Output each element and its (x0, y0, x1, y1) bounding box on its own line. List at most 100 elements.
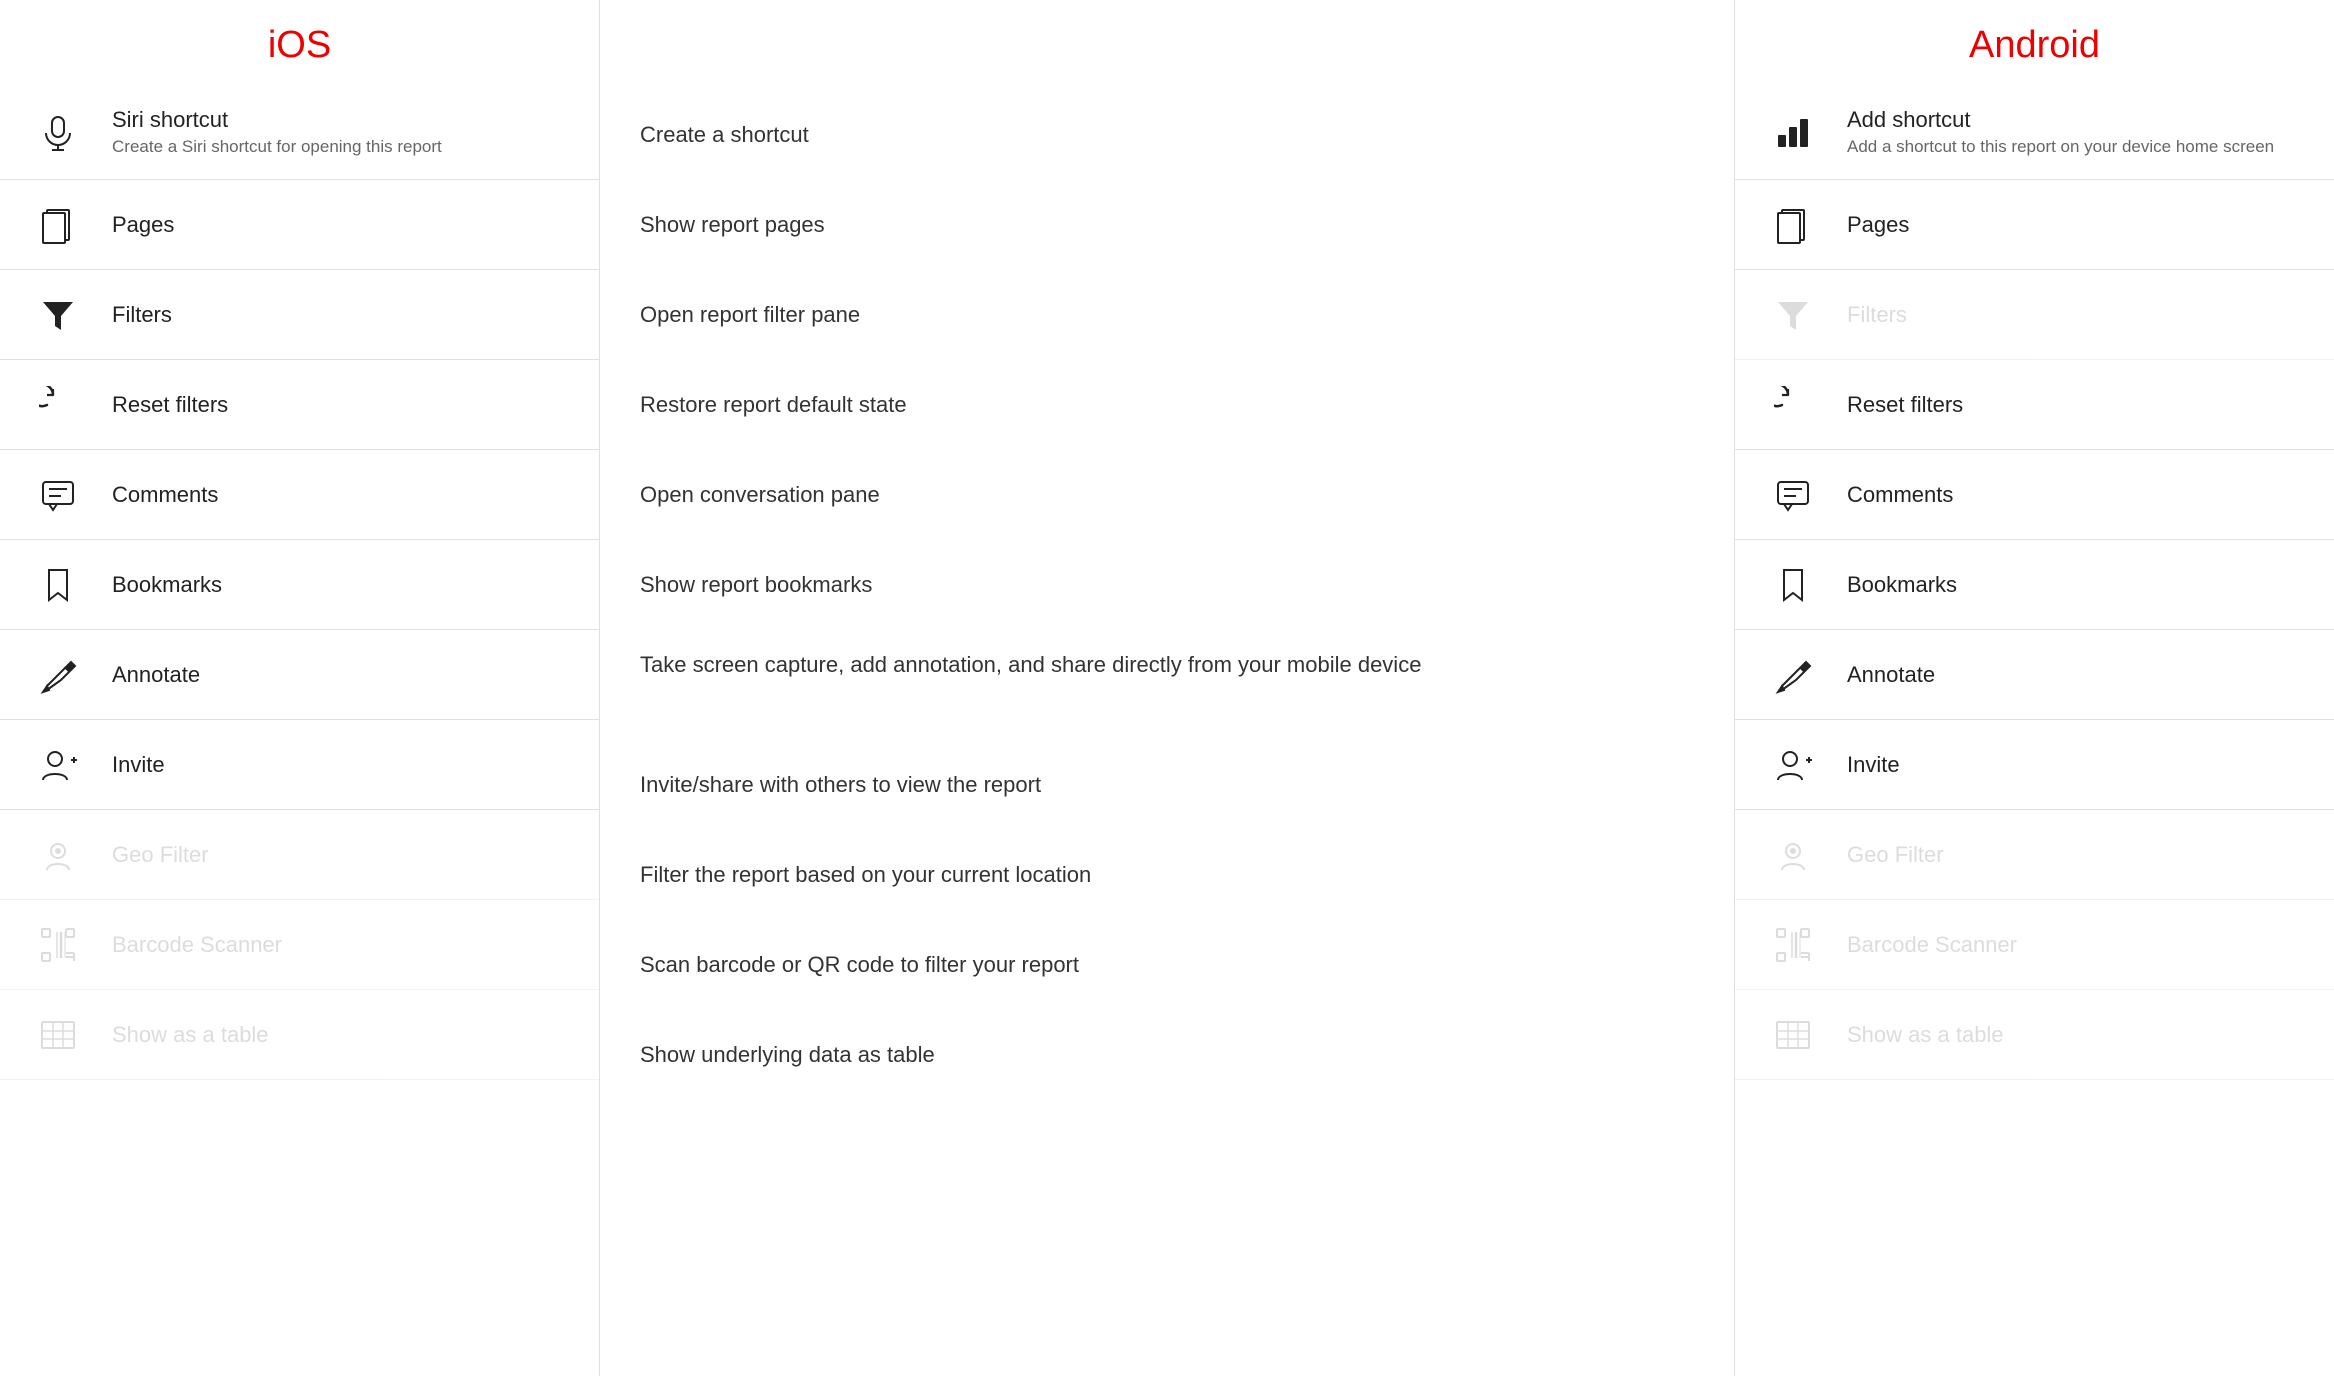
android-item-filters: Filters (1735, 270, 2334, 360)
filters-text: Filters (112, 302, 172, 328)
annotate-text: Annotate (112, 662, 200, 688)
desc-open-conversation: Open conversation pane (600, 450, 1734, 540)
show-as-table-label: Show as a table (112, 1022, 269, 1048)
comments-icon-android (1767, 476, 1819, 514)
android-invite-text: Invite (1847, 752, 1900, 778)
desc-restore-default: Restore report default state (600, 360, 1734, 450)
reset-icon (32, 386, 84, 424)
filter-icon-android (1767, 296, 1819, 334)
pages-icon (32, 206, 84, 244)
pages-icon-android (1767, 206, 1819, 244)
desc-annotate: Take screen capture, add annotation, and… (600, 630, 1734, 740)
geo-icon-android (1767, 836, 1819, 874)
android-item-reset-filters[interactable]: Reset filters (1735, 360, 2334, 450)
android-reset-filters-text: Reset filters (1847, 392, 1963, 418)
reset-filters-label: Reset filters (112, 392, 228, 418)
android-filters-label: Filters (1847, 302, 1907, 328)
center-panel: Create a shortcut Show report pages Open… (600, 0, 1734, 1376)
android-invite-label: Invite (1847, 752, 1900, 778)
barcode-scanner-label: Barcode Scanner (112, 932, 282, 958)
ios-item-bookmarks[interactable]: Bookmarks (0, 540, 599, 630)
android-barcode-scanner-label: Barcode Scanner (1847, 932, 2017, 958)
pages-text: Pages (112, 212, 174, 238)
android-item-barcode-scanner: Barcode Scanner (1735, 900, 2334, 990)
columns-wrapper: iOS Siri shortcut Create a Siri shortcut… (0, 0, 2334, 1376)
android-filters-text: Filters (1847, 302, 1907, 328)
table-icon-android (1767, 1016, 1819, 1054)
invite-icon-android (1767, 746, 1819, 784)
invite-label: Invite (112, 752, 165, 778)
android-panel: Android Add shortcut Add a shortcut to t… (1734, 0, 2334, 1376)
geo-filter-label: Geo Filter (112, 842, 209, 868)
desc-geo-filter: Filter the report based on your current … (600, 830, 1734, 920)
desc-invite: Invite/share with others to view the rep… (600, 740, 1734, 830)
android-annotate-text: Annotate (1847, 662, 1935, 688)
android-comments-label: Comments (1847, 482, 1953, 508)
reset-filters-text: Reset filters (112, 392, 228, 418)
reset-icon-android (1767, 386, 1819, 424)
bookmark-icon-android (1767, 566, 1819, 604)
ios-item-geo-filter: Geo Filter (0, 810, 599, 900)
invite-text: Invite (112, 752, 165, 778)
invite-icon (32, 746, 84, 784)
desc-create-shortcut: Create a shortcut (600, 90, 1734, 180)
comments-label: Comments (112, 482, 218, 508)
android-pages-text: Pages (1847, 212, 1909, 238)
geo-icon (32, 836, 84, 874)
bookmark-icon (32, 566, 84, 604)
barcode-icon (32, 926, 84, 964)
android-geo-filter-label: Geo Filter (1847, 842, 1944, 868)
android-item-geo-filter: Geo Filter (1735, 810, 2334, 900)
android-comments-text: Comments (1847, 482, 1953, 508)
comments-text: Comments (112, 482, 218, 508)
android-geo-filter-text: Geo Filter (1847, 842, 1944, 868)
android-show-as-table-text: Show as a table (1847, 1022, 2004, 1048)
filters-label: Filters (112, 302, 172, 328)
ios-item-invite[interactable]: Invite (0, 720, 599, 810)
desc-open-filter-pane: Open report filter pane (600, 270, 1734, 360)
ios-item-comments[interactable]: Comments (0, 450, 599, 540)
android-reset-filters-label: Reset filters (1847, 392, 1963, 418)
android-item-comments[interactable]: Comments (1735, 450, 2334, 540)
annotate-icon (32, 656, 84, 694)
android-item-bookmarks[interactable]: Bookmarks (1735, 540, 2334, 630)
siri-shortcut-label: Siri shortcut (112, 107, 442, 133)
add-shortcut-text: Add shortcut Add a shortcut to this repo… (1847, 107, 2274, 157)
android-item-invite[interactable]: Invite (1735, 720, 2334, 810)
microphone-icon (32, 113, 84, 151)
desc-show-report-pages: Show report pages (600, 180, 1734, 270)
geo-filter-text: Geo Filter (112, 842, 209, 868)
ios-item-annotate[interactable]: Annotate (0, 630, 599, 720)
android-annotate-label: Annotate (1847, 662, 1935, 688)
ios-item-siri-shortcut[interactable]: Siri shortcut Create a Siri shortcut for… (0, 85, 599, 180)
ios-item-filters[interactable]: Filters (0, 270, 599, 360)
ios-item-reset-filters[interactable]: Reset filters (0, 360, 599, 450)
page: iOS Siri shortcut Create a Siri shortcut… (0, 0, 2334, 1376)
barcode-scanner-text: Barcode Scanner (112, 932, 282, 958)
table-icon (32, 1016, 84, 1054)
android-bookmarks-text: Bookmarks (1847, 572, 1957, 598)
android-title: Android (1735, 0, 2334, 85)
desc-barcode: Scan barcode or QR code to filter your r… (600, 920, 1734, 1010)
filter-icon (32, 296, 84, 334)
show-as-table-text: Show as a table (112, 1022, 269, 1048)
android-bookmarks-label: Bookmarks (1847, 572, 1957, 598)
android-item-annotate[interactable]: Annotate (1735, 630, 2334, 720)
ios-title: iOS (0, 0, 599, 85)
android-barcode-scanner-text: Barcode Scanner (1847, 932, 2017, 958)
android-show-as-table-label: Show as a table (1847, 1022, 2004, 1048)
desc-show-bookmarks: Show report bookmarks (600, 540, 1734, 630)
android-item-pages[interactable]: Pages (1735, 180, 2334, 270)
android-item-add-shortcut[interactable]: Add shortcut Add a shortcut to this repo… (1735, 85, 2334, 180)
annotate-icon-android (1767, 656, 1819, 694)
ios-item-show-as-table: Show as a table (0, 990, 599, 1080)
siri-shortcut-sublabel: Create a Siri shortcut for opening this … (112, 137, 442, 157)
annotate-label: Annotate (112, 662, 200, 688)
ios-item-barcode-scanner: Barcode Scanner (0, 900, 599, 990)
add-shortcut-sublabel: Add a shortcut to this report on your de… (1847, 137, 2274, 157)
comments-icon (32, 476, 84, 514)
bookmarks-label: Bookmarks (112, 572, 222, 598)
ios-item-pages[interactable]: Pages (0, 180, 599, 270)
desc-show-table: Show underlying data as table (600, 1010, 1734, 1100)
siri-shortcut-text: Siri shortcut Create a Siri shortcut for… (112, 107, 442, 157)
